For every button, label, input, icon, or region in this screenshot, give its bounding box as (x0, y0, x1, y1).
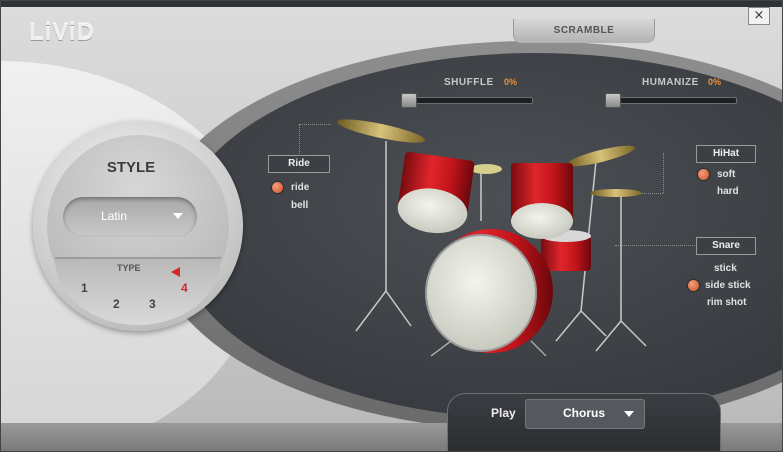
close-button[interactable]: × (748, 7, 770, 25)
humanize-value: 0% (708, 77, 722, 87)
play-value: Chorus (563, 406, 605, 420)
snare-group-label: Snare (696, 237, 756, 255)
type-button-1[interactable]: 1 (81, 281, 88, 295)
ride-connector (299, 124, 331, 125)
chevron-down-icon (624, 411, 634, 417)
snare-option-stick[interactable]: stick (714, 263, 737, 274)
close-icon: × (753, 8, 765, 23)
shuffle-slider-track[interactable] (401, 97, 533, 104)
humanize-slider-track[interactable] (605, 97, 737, 104)
drum-kit-icon (336, 119, 647, 357)
snare-radio-selected[interactable] (688, 280, 699, 291)
hihat-option-hard[interactable]: hard (717, 186, 739, 197)
shuffle-value: 0% (504, 77, 518, 87)
hihat-radio-selected[interactable] (698, 169, 709, 180)
shuffle-slider-thumb[interactable] (401, 93, 417, 108)
snare-option-rim-shot[interactable]: rim shot (707, 297, 746, 308)
app-logo: LiViD (29, 19, 95, 46)
hihat-group-label: HiHat (696, 145, 756, 163)
hihat-connector-v (663, 153, 664, 193)
shuffle-label: SHUFFLE (444, 77, 494, 88)
chevron-down-icon (173, 213, 183, 219)
ride-connector-v (299, 124, 300, 154)
play-label: Play (491, 406, 516, 420)
active-type-marker-icon (171, 267, 180, 277)
type-button-2[interactable]: 2 (113, 297, 120, 311)
humanize-label: HUMANIZE (642, 77, 699, 88)
ride-group-label: Ride (268, 155, 330, 173)
ride-radio-selected[interactable] (272, 182, 283, 193)
scramble-button[interactable]: SCRAMBLE (513, 19, 655, 43)
plugin-window: LiViD × SCRAMBLE SHUFFLE 0% HUMANIZE 0% … (0, 0, 783, 452)
type-button-4[interactable]: 4 (181, 281, 188, 295)
hihat-option-soft[interactable]: soft (717, 169, 735, 180)
style-title: STYLE (106, 159, 156, 176)
snare-option-side-stick[interactable]: side stick (705, 280, 751, 291)
type-button-3[interactable]: 3 (149, 297, 156, 311)
title-strip (1, 1, 782, 7)
style-value: Latin (101, 209, 128, 223)
humanize-slider-thumb[interactable] (605, 93, 621, 108)
ride-option-bell[interactable]: bell (291, 200, 308, 211)
ride-option-ride[interactable]: ride (291, 182, 309, 193)
type-label: TYPE (117, 263, 141, 273)
